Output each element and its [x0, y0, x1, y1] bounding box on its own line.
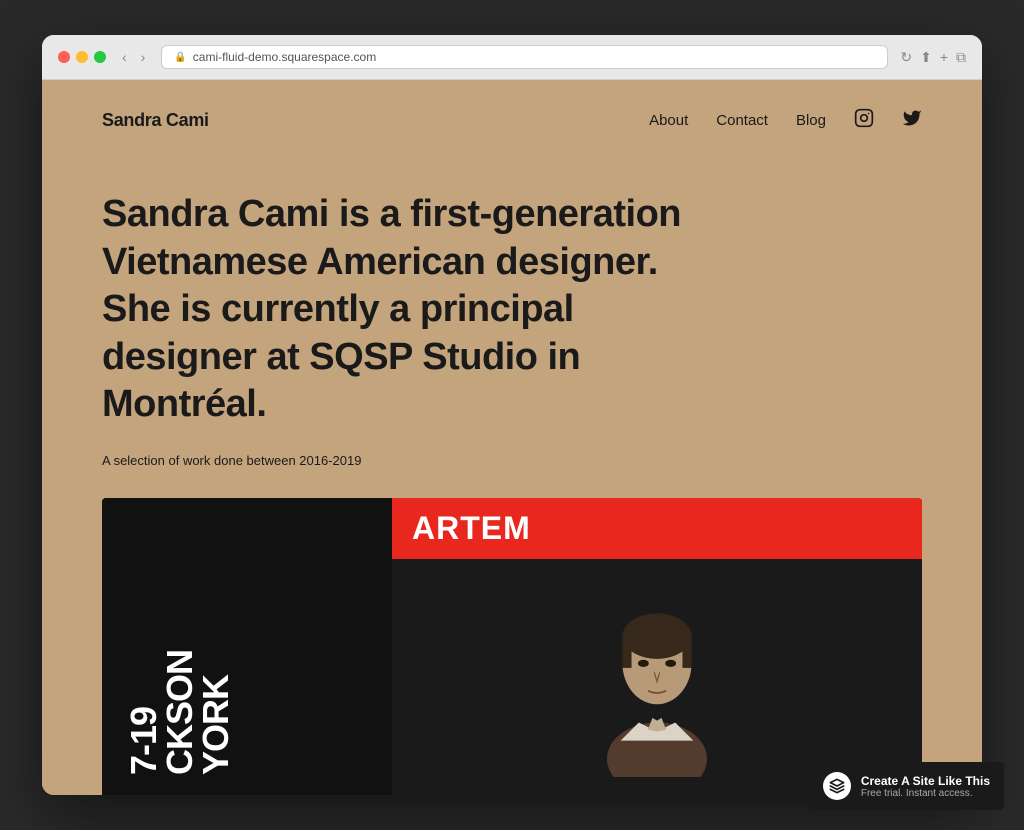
squarespace-logo-icon — [823, 772, 851, 795]
browser-window: ‹ › 🔒 cami-fluid-demo.squarespace.com ↻ … — [42, 35, 982, 795]
artem-title: ARTEM — [412, 510, 531, 547]
portrait-area — [392, 559, 922, 796]
new-tab-button[interactable]: + — [940, 49, 948, 65]
portfolio-rotated-text: 7-19 CKSON YORK — [126, 650, 234, 775]
instagram-icon[interactable] — [854, 108, 874, 133]
address-bar[interactable]: 🔒 cami-fluid-demo.squarespace.com — [161, 45, 888, 69]
sqsp-badge-text: Create A Site Like This Free trial. Inst… — [861, 774, 922, 796]
nav-blog[interactable]: Blog — [796, 112, 826, 129]
site-logo[interactable]: Sandra Cami — [102, 110, 209, 131]
minimize-button[interactable] — [76, 51, 88, 63]
tabs-button[interactable]: ⧉ — [956, 49, 966, 66]
browser-controls: ‹ › — [118, 47, 149, 67]
lock-icon: 🔒 — [174, 52, 186, 63]
nav-contact[interactable]: Contact — [716, 112, 768, 129]
maximize-button[interactable] — [94, 51, 106, 63]
browser-chrome: ‹ › 🔒 cami-fluid-demo.squarespace.com ↻ … — [42, 35, 982, 80]
traffic-lights — [58, 51, 106, 63]
twitter-icon[interactable] — [902, 108, 922, 133]
portfolio-right-panel: ARTEM — [392, 498, 922, 796]
hero-title: Sandra Cami is a first-generation Vietna… — [102, 191, 682, 429]
site-nav: About Contact Blog — [649, 108, 922, 133]
hero-subtitle: A selection of work done between 2016-20… — [102, 453, 922, 468]
browser-actions: ↻ ⬆ + ⧉ — [900, 49, 966, 66]
website-content: Sandra Cami About Contact Blog — [42, 80, 982, 795]
sqsp-badge-subtitle: Free trial. Instant access. — [861, 788, 922, 796]
nav-about[interactable]: About — [649, 112, 688, 129]
share-button[interactable]: ⬆ — [920, 49, 932, 66]
portfolio-left-panel: 7-19 CKSON YORK — [102, 498, 392, 796]
close-button[interactable] — [58, 51, 70, 63]
squarespace-badge[interactable]: Create A Site Like This Free trial. Inst… — [809, 762, 922, 795]
portfolio-section: 7-19 CKSON YORK ARTEM — [102, 498, 922, 796]
back-button[interactable]: ‹ — [118, 47, 131, 67]
site-header: Sandra Cami About Contact Blog — [42, 80, 982, 161]
forward-button[interactable]: › — [137, 47, 150, 67]
url-text: cami-fluid-demo.squarespace.com — [193, 50, 376, 64]
artem-header: ARTEM — [392, 498, 922, 559]
hero-section: Sandra Cami is a first-generation Vietna… — [42, 161, 982, 498]
sqsp-badge-title: Create A Site Like This — [861, 774, 922, 788]
portrait-image — [577, 577, 737, 777]
reload-button[interactable]: ↻ — [900, 49, 912, 66]
